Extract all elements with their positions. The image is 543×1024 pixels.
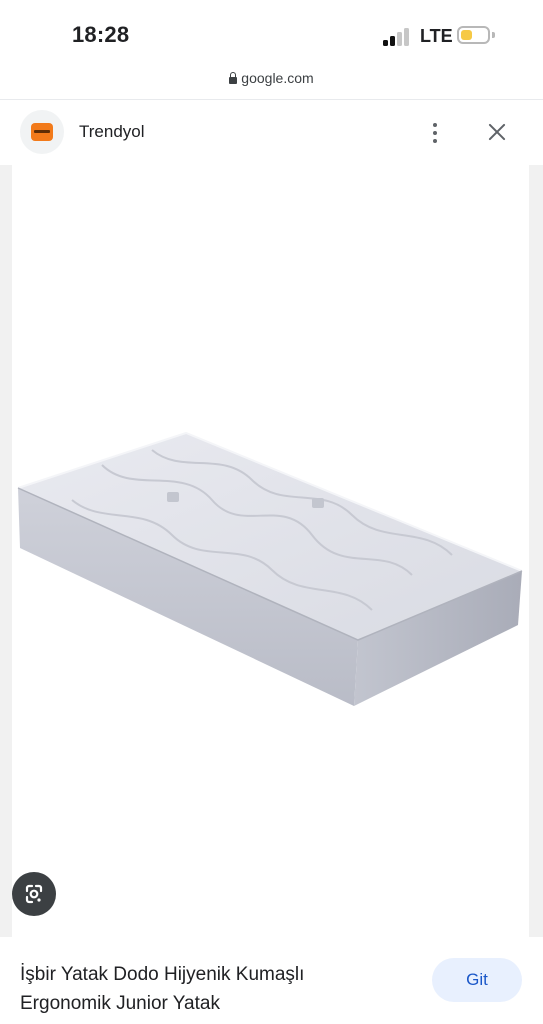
mattress-image — [17, 431, 523, 706]
battery-nub — [492, 32, 495, 38]
product-title-line-2: Ergonomik Junior Yatak — [20, 993, 220, 1014]
battery-icon — [457, 26, 490, 44]
status-time: 18:28 — [72, 22, 130, 47]
google-lens-button[interactable] — [12, 872, 56, 916]
url-bar[interactable]: google.com — [0, 70, 543, 98]
url-text: google.com — [241, 70, 314, 86]
trendyol-logo-icon — [31, 123, 53, 141]
visit-button[interactable]: Git — [432, 958, 522, 1002]
battery-level — [461, 30, 472, 40]
image-viewer — [0, 165, 543, 937]
close-icon[interactable] — [483, 118, 511, 146]
google-lens-icon — [25, 884, 43, 904]
product-title[interactable]: İşbir Yatak Dodo Hijyenik Kumaşlı Ergono… — [20, 960, 400, 1018]
status-bar: 18:28 LTE — [0, 0, 543, 64]
result-info: İşbir Yatak Dodo Hijyenik Kumaşlı Ergono… — [0, 938, 543, 1024]
more-vert-icon[interactable] — [424, 120, 446, 146]
product-title-line-1: İşbir Yatak Dodo Hijyenik Kumaşlı — [20, 964, 305, 985]
site-favicon[interactable] — [20, 110, 64, 154]
site-name[interactable]: Trendyol — [79, 122, 145, 142]
site-header: Trendyol — [0, 100, 543, 164]
lock-icon — [229, 72, 238, 84]
network-type: LTE — [420, 26, 453, 46]
signal-icon — [383, 28, 411, 46]
image-card[interactable] — [12, 165, 529, 937]
